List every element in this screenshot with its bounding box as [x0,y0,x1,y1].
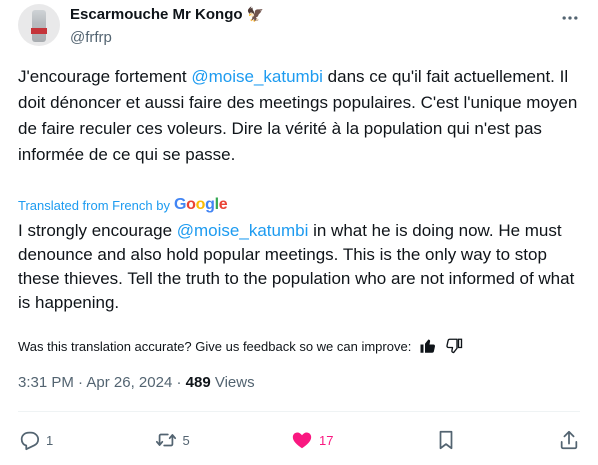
google-logo: Google [173,196,228,213]
author-name-text: Escarmouche Mr Kongo [70,6,243,23]
meta-separator: · [172,374,186,391]
mention-link[interactable]: @moise_katumbi [191,67,323,86]
translation-text-part: I strongly encourage [18,221,177,240]
tweet-time[interactable]: 3:31 PM [18,374,74,391]
thumbs-up-icon[interactable] [419,337,437,355]
reply-count: 1 [46,432,54,448]
eagle-icon: 🦅 [246,6,264,22]
views-label: Views [210,374,255,391]
repost-button[interactable]: 5 [155,429,190,451]
views-count: 489 [185,374,211,391]
tweet-text-part: J'encourage fortement [18,67,192,86]
meta-separator: · [73,374,87,391]
avatar-image [32,10,46,42]
tweet-date[interactable]: Apr 26, 2024 [86,374,172,391]
translated-by-text: Translated from French by [18,197,170,213]
repost-icon [155,433,176,447]
thumbs-down-icon[interactable] [445,337,463,355]
like-count: 17 [319,432,334,448]
tweet-metadata: 3:31 PM · Apr 26, 2024 · 489 Views [18,374,255,391]
avatar[interactable] [18,4,60,46]
action-bar: 1 5 17 [18,426,580,454]
avatar-image-label [31,28,47,34]
author-handle[interactable]: @frfrp [70,29,112,46]
feedback-prompt: Was this translation accurate? Give us f… [18,338,412,354]
translated-by-label[interactable]: Translated from French by Google [18,196,228,214]
bookmark-icon [439,430,453,450]
share-icon [560,430,578,450]
divider [18,411,580,412]
tweet-text: J'encourage fortement @moise_katumbi dan… [18,64,578,168]
like-button[interactable]: 17 [291,429,333,451]
reply-button[interactable]: 1 [18,429,53,451]
author-display-name[interactable]: Escarmouche Mr Kongo 🦅 [70,6,264,23]
reply-icon [20,431,40,451]
more-options-icon[interactable] [560,8,580,28]
translation-text: I strongly encourage @moise_katumbi in w… [18,219,578,315]
translation-feedback: Was this translation accurate? Give us f… [18,337,463,355]
share-button[interactable] [558,429,580,451]
heart-icon [292,432,312,449]
repost-count: 5 [182,432,190,448]
bookmark-button[interactable] [435,429,457,451]
mention-link[interactable]: @moise_katumbi [177,221,309,240]
